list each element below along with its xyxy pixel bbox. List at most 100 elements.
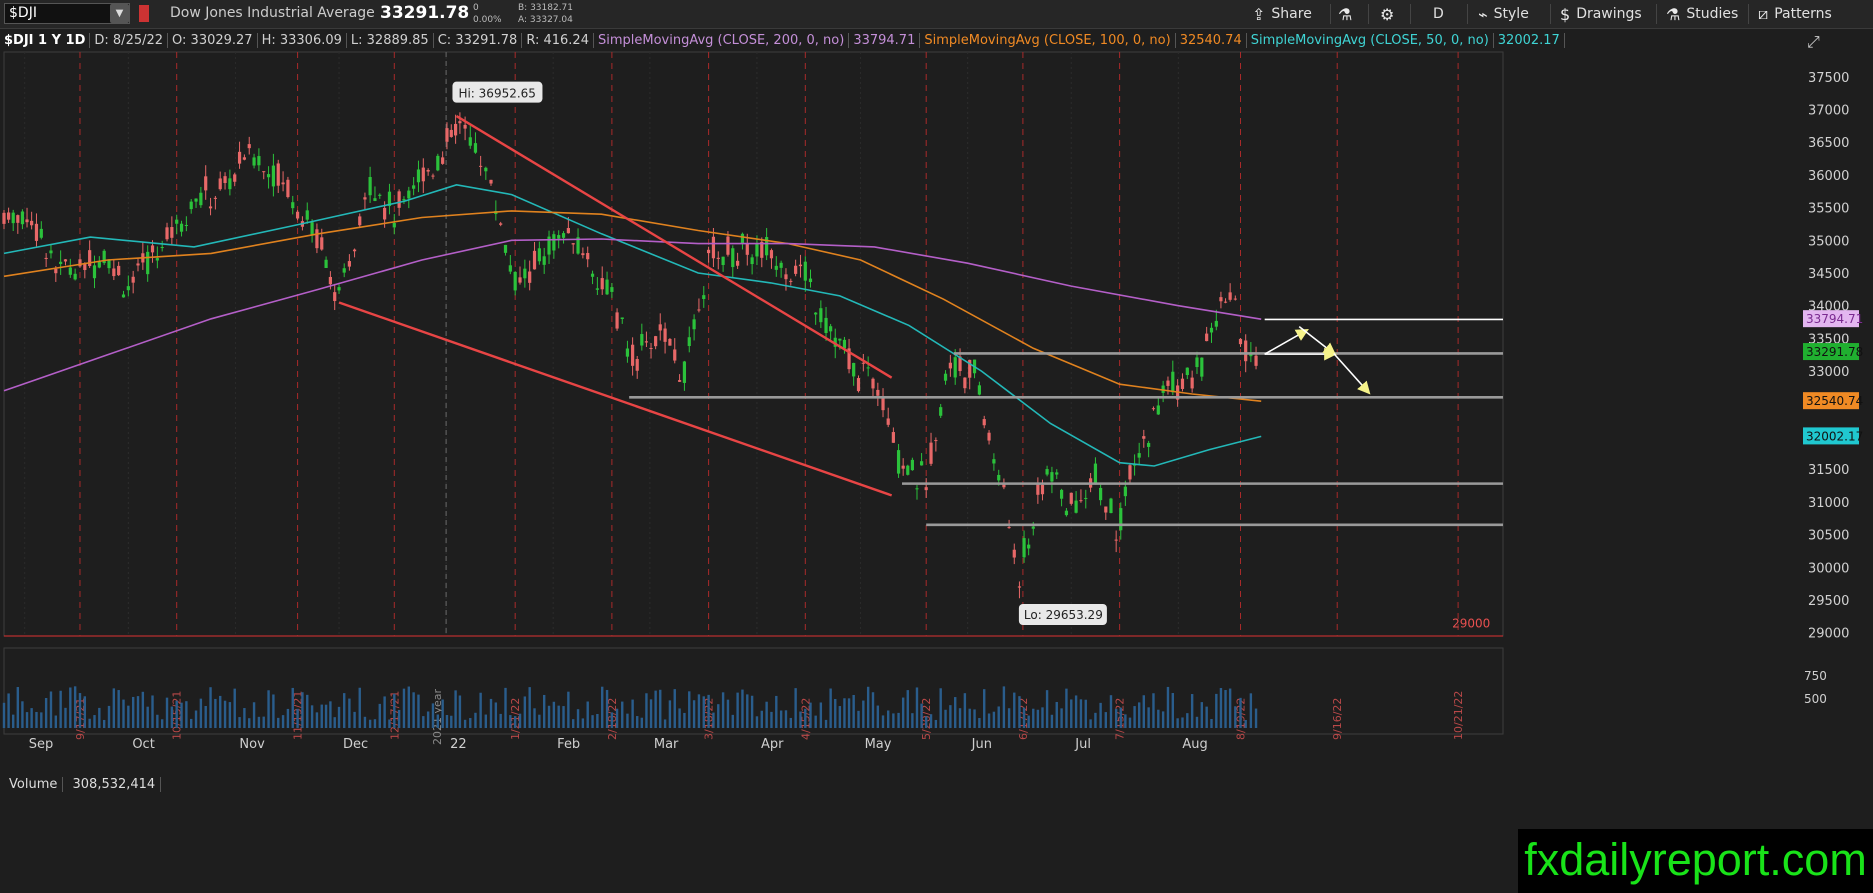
candle-body	[886, 418, 890, 425]
volume-bar	[876, 705, 880, 728]
candle-body	[532, 250, 537, 270]
volume-bar	[59, 690, 62, 728]
candle-body	[537, 248, 541, 262]
volume-bar	[228, 702, 232, 728]
candle-body	[1233, 298, 1237, 300]
volume-bar	[911, 713, 914, 728]
candle-body	[1104, 506, 1108, 513]
volume-bar	[746, 694, 749, 728]
candle-body	[1166, 380, 1170, 386]
month-tick-label: Jun	[971, 737, 992, 752]
volume-bar	[649, 699, 653, 728]
candle-body	[819, 308, 823, 323]
candle-body	[620, 317, 624, 319]
volume-bar	[581, 718, 585, 728]
candle-body	[194, 198, 198, 202]
candle-body	[449, 129, 453, 137]
volume-bar	[717, 704, 720, 728]
volume-bar	[136, 696, 140, 728]
price-chart[interactable]: SepOctNovDec22FebMarAprMayJunJulAug9/17/…	[0, 0, 1873, 893]
volume-bar	[358, 687, 361, 728]
volume-bar	[862, 700, 865, 728]
volume-bar	[697, 694, 701, 728]
volume-bar	[567, 691, 570, 728]
candle-body	[1123, 486, 1127, 497]
volume-bar	[1152, 693, 1155, 728]
volume-bar	[301, 692, 304, 728]
volume-bar	[209, 687, 212, 728]
candle-body	[649, 348, 653, 350]
candle-body	[223, 176, 227, 184]
volume-bar	[441, 699, 444, 728]
volume-bar	[16, 687, 20, 728]
volume-bar	[1142, 695, 1145, 728]
volume-bar	[2, 702, 6, 728]
candle-body	[856, 378, 861, 392]
month-tick-label: Mar	[654, 737, 679, 752]
volume-label: Volume	[4, 777, 64, 792]
candle-body	[673, 349, 677, 361]
volume-bar	[21, 701, 24, 728]
candle-body	[518, 277, 522, 283]
candle-body	[997, 474, 1001, 481]
month-tick-label: Feb	[557, 737, 580, 752]
y-tick-label: 35500	[1808, 202, 1849, 217]
candle-body	[600, 278, 604, 290]
price-tag-value: 32540.74	[1806, 394, 1863, 408]
volume-bar	[320, 704, 323, 728]
volume-bar	[243, 708, 246, 728]
volume-bar	[924, 716, 928, 728]
volume-bar	[363, 716, 367, 728]
volume-bar	[523, 696, 527, 728]
volume-bar	[915, 687, 919, 728]
volume-bar	[257, 716, 261, 728]
volume-bar	[626, 713, 629, 728]
volume-bar	[789, 717, 793, 728]
volume-bar	[1114, 708, 1118, 728]
y-tick-label: 34500	[1808, 267, 1849, 282]
volume-bar	[1089, 719, 1092, 728]
volume-bar	[547, 705, 551, 728]
volume-bar	[542, 694, 546, 728]
volume-bar	[834, 699, 837, 728]
candle-body	[943, 373, 948, 381]
candle-body	[463, 124, 467, 129]
volume-bar	[929, 714, 933, 728]
volume-bar	[887, 710, 890, 728]
candle-body	[378, 194, 382, 196]
volume-bar	[663, 719, 667, 728]
volume-bar	[393, 693, 396, 728]
y-tick-label: 33000	[1808, 365, 1849, 380]
candle-body	[170, 227, 174, 238]
volume-bar	[892, 713, 895, 728]
candle-body	[881, 397, 885, 411]
volume-bar	[528, 687, 531, 728]
candle-body	[155, 258, 159, 261]
volume-bar	[621, 701, 624, 728]
volume-bar	[678, 708, 681, 728]
volume-bar	[518, 713, 522, 728]
candle-body	[431, 175, 435, 177]
volume-bar	[1007, 708, 1011, 728]
candle-body	[305, 210, 309, 220]
volume-bar	[1060, 708, 1063, 728]
volume-bar	[645, 693, 648, 728]
volume-bar	[1190, 694, 1194, 728]
volume-bar	[1124, 714, 1127, 728]
candle-body	[184, 224, 188, 226]
volume-bar	[306, 694, 309, 728]
candle-body	[213, 197, 217, 199]
volume-bar	[1249, 693, 1253, 728]
candle-body	[1114, 539, 1118, 541]
volume-bar	[310, 705, 314, 728]
candle-body	[59, 261, 63, 265]
candle-body	[333, 292, 337, 302]
volume-bar	[54, 715, 58, 728]
candle-body	[337, 287, 341, 291]
candle-body	[436, 155, 440, 171]
volume-bar	[30, 708, 33, 728]
candle-body	[1205, 333, 1209, 342]
volume-bar	[741, 689, 744, 728]
candle-body	[54, 268, 58, 274]
volume-bar	[1195, 716, 1199, 728]
